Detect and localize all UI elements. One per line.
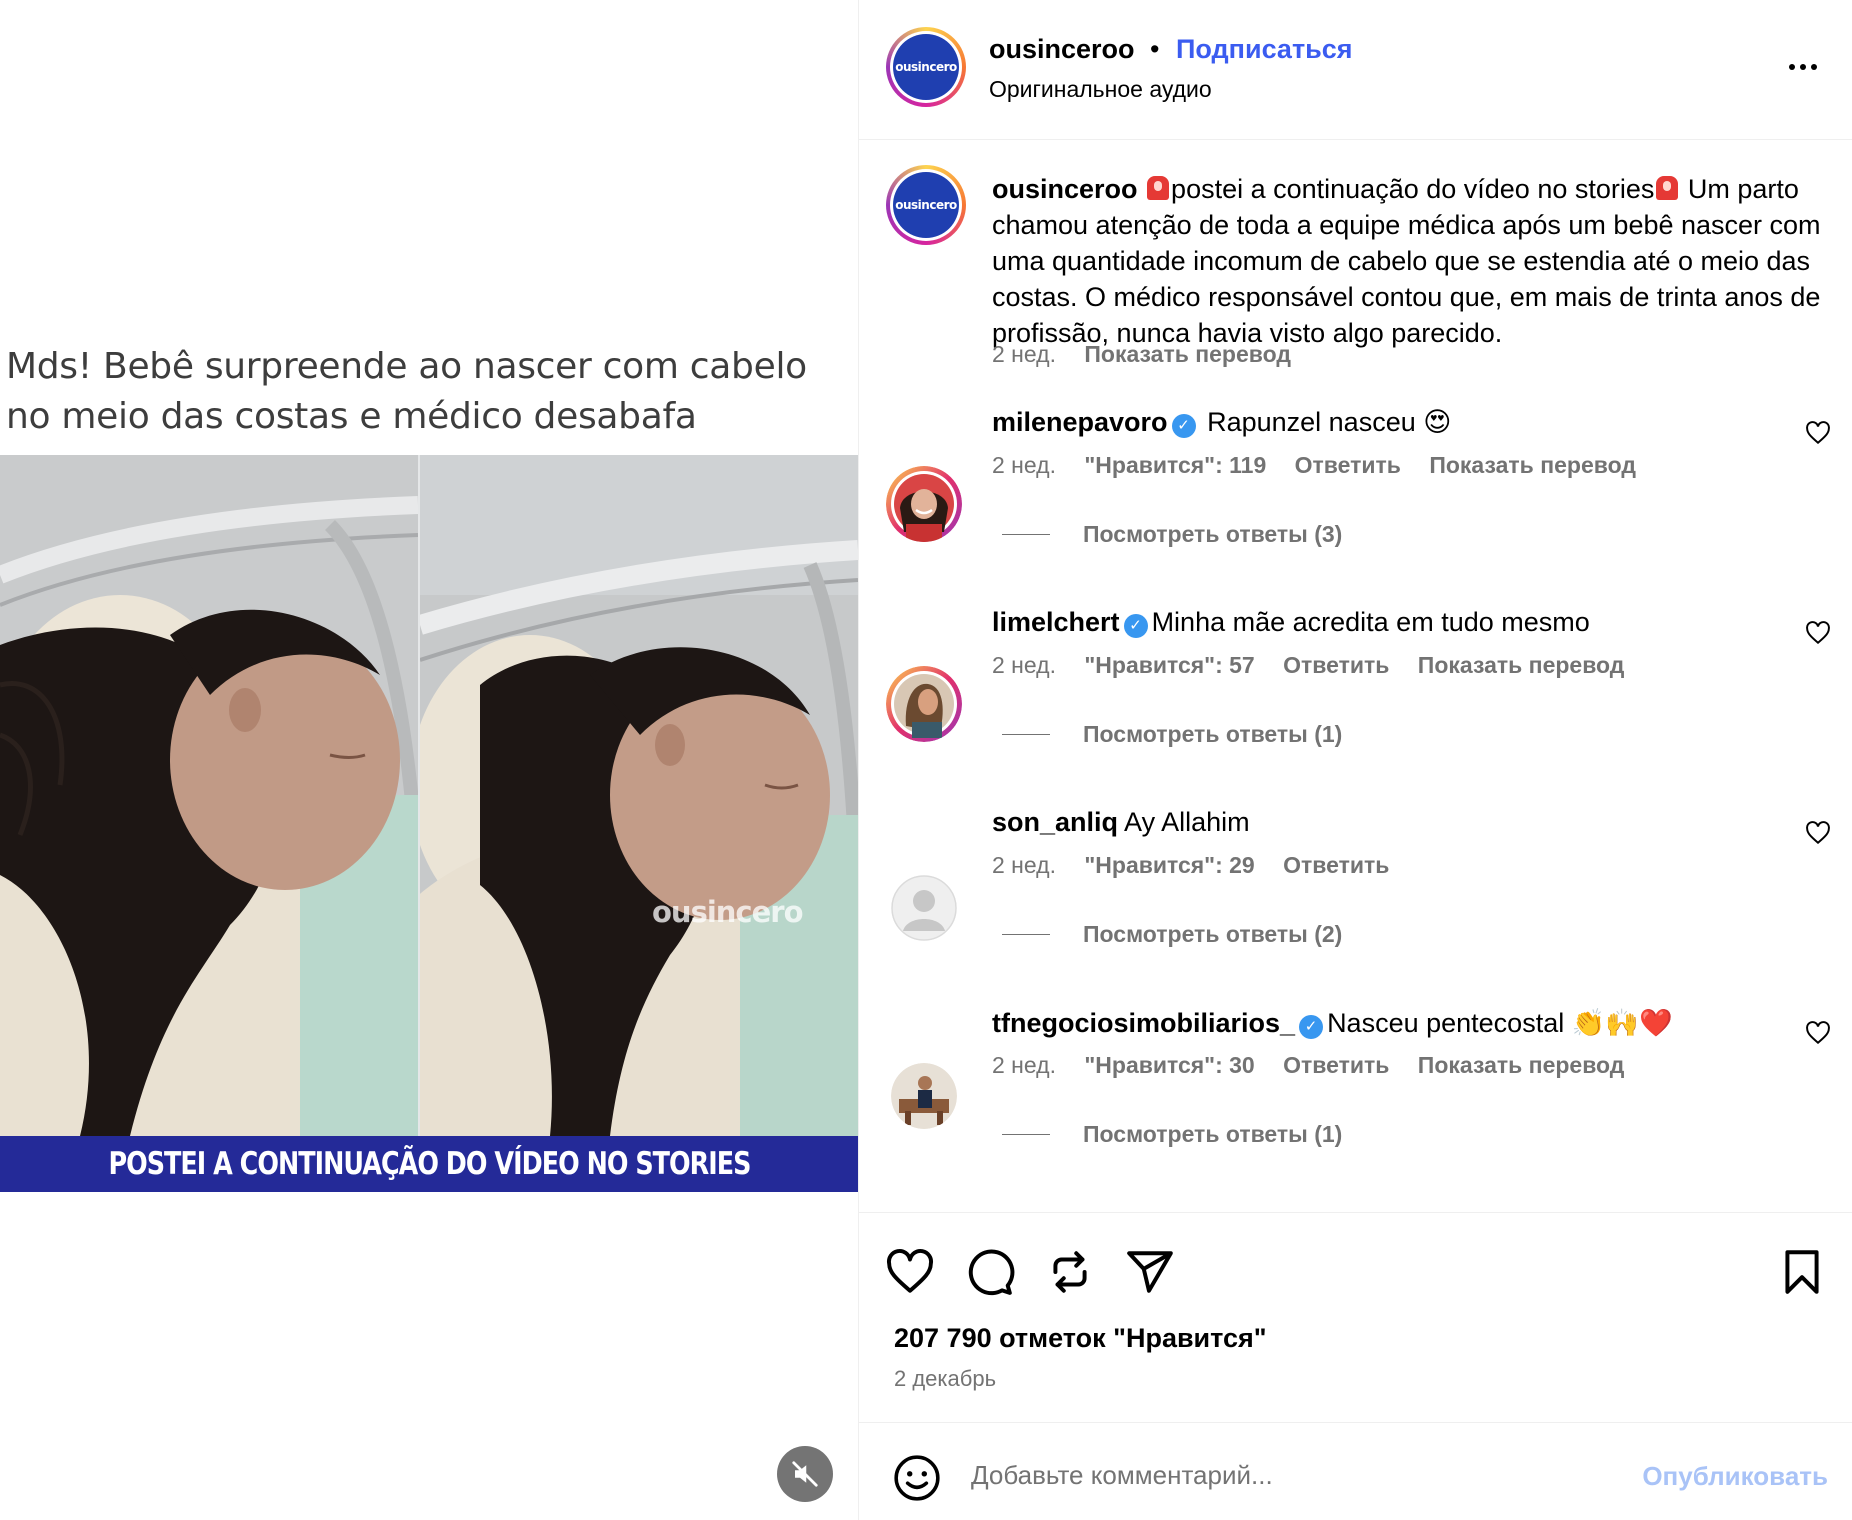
original-audio-link[interactable]: Оригинальное аудио	[989, 76, 1212, 103]
reply-button[interactable]: Ответить	[1283, 852, 1389, 878]
comment-meta: 2 нед. "Нравится": 29 Ответить	[992, 852, 1411, 879]
author-username[interactable]: ousinceroo	[989, 34, 1135, 65]
verified-badge-icon: ✓	[1123, 614, 1148, 638]
verified-badge-icon: ✓	[1299, 1015, 1324, 1039]
comment-like-icon[interactable]	[1805, 421, 1831, 445]
post-header: ousincero ousinceroo • Подписаться Ориги…	[859, 0, 1852, 140]
translate-link[interactable]: Показать перевод	[1418, 1052, 1625, 1078]
view-replies-button[interactable]: Посмотреть ответы (1)	[1002, 1121, 1342, 1148]
view-replies-label: Посмотреть ответы (1)	[1083, 721, 1343, 747]
comment-text: Nasceu pentecostal 👏🙌❤️	[1327, 1008, 1673, 1038]
commenter-avatar[interactable]	[886, 666, 962, 742]
caption-logo: ousincero	[893, 172, 959, 238]
banner-text: POSTEI A CONTINUAÇÃO DO VÍDEO NO STORIES	[108, 1146, 751, 1182]
caption-time[interactable]: 2 нед.	[992, 341, 1056, 367]
comment-meta: 2 нед. "Нравится": 30 Ответить Показать …	[992, 1052, 1646, 1079]
more-options-icon[interactable]	[1783, 56, 1823, 78]
comment-body: tfnegociosimobiliarios_ ✓ Nasceu pentecost…	[992, 1007, 1673, 1039]
share-icon[interactable]	[1125, 1247, 1175, 1297]
comment-like-icon[interactable]	[1805, 621, 1831, 645]
emoji-icon[interactable]	[892, 1453, 942, 1503]
bookmark-icon[interactable]	[1777, 1247, 1827, 1297]
video-watermark: ousincero	[652, 895, 803, 929]
follow-button[interactable]: Подписаться	[1176, 34, 1353, 65]
caption-username[interactable]: ousinceroo	[992, 174, 1138, 204]
replies-line	[1002, 934, 1050, 935]
post-caption: ousinceroo postei a continuação do vídeo…	[992, 171, 1822, 351]
comment-time[interactable]: 2 нед.	[992, 1052, 1056, 1078]
comment-like-icon[interactable]	[1805, 1021, 1831, 1045]
comment-likes[interactable]: "Нравится": 119	[1084, 452, 1266, 478]
caption-lead: postei a continuação do vídeo no stories	[1171, 174, 1655, 204]
comment-time[interactable]: 2 нед.	[992, 652, 1056, 678]
post-actions: 207 790 отметок "Нравится" 2 декабрь	[859, 1212, 1852, 1422]
replies-line	[1002, 534, 1050, 535]
comment-username[interactable]: tfnegociosimobiliarios_	[992, 1008, 1295, 1038]
default-avatar-icon[interactable]	[891, 875, 957, 941]
comment-meta: 2 нед. "Нравится": 119 Ответить Показать…	[992, 452, 1658, 479]
baby-photo-left	[0, 455, 418, 1136]
comment-body: limelchert ✓ Minha mãe acredita em tudo me…	[992, 607, 1590, 638]
verified-badge-icon: ✓	[1171, 414, 1196, 438]
caption-translate-link[interactable]: Показать перевод	[1084, 341, 1291, 367]
comment-time[interactable]: 2 нед.	[992, 852, 1056, 878]
reply-button[interactable]: Ответить	[1283, 1052, 1389, 1078]
repost-icon[interactable]	[1045, 1247, 1095, 1297]
comment-likes[interactable]: "Нравится": 57	[1084, 652, 1254, 678]
comment-body: son_anliq Ay Allahim	[992, 807, 1250, 838]
baby-photo-right	[420, 455, 858, 1136]
translate-link[interactable]: Показать перевод	[1429, 452, 1636, 478]
likes-count[interactable]: 207 790 отметок "Нравится"	[894, 1323, 1267, 1354]
comment-likes[interactable]: "Нравится": 29	[1084, 852, 1254, 878]
replies-line	[1002, 734, 1050, 735]
like-icon[interactable]	[885, 1247, 935, 1297]
post-sidebar: ousincero ousinceroo • Подписаться Ориги…	[858, 0, 1852, 1520]
author-logo: ousincero	[893, 34, 959, 100]
translate-link[interactable]: Показать перевод	[1418, 652, 1625, 678]
commenter-avatar[interactable]	[891, 1063, 957, 1129]
post-date: 2 декабрь	[894, 1366, 997, 1391]
view-replies-button[interactable]: Посмотреть ответы (1)	[1002, 721, 1342, 748]
comment-meta: 2 нед. "Нравится": 57 Ответить Показать …	[992, 652, 1646, 679]
mute-button[interactable]	[777, 1446, 833, 1502]
comment-text: Minha mãe acredita em tudo mesmo	[1151, 607, 1590, 637]
comment-like-icon[interactable]	[1805, 821, 1831, 845]
comment-likes[interactable]: "Нравится": 30	[1084, 1052, 1254, 1078]
caption-meta: 2 нед. Показать перевод	[992, 341, 1313, 368]
media-headline: Mds! Bebê surpreende ao nascer com cabel…	[6, 346, 807, 437]
speaker-muted-icon	[792, 1461, 818, 1487]
comment-text: Ay Allahim	[1124, 807, 1250, 837]
post-media[interactable]: Mds! Bebê surpreende ao nascer com cabel…	[0, 0, 858, 1520]
comment-input[interactable]	[971, 1453, 1571, 1497]
comment-username[interactable]: milenepavoro	[992, 407, 1168, 437]
video-frame[interactable]: ousincero	[0, 455, 858, 1136]
comment-time[interactable]: 2 нед.	[992, 452, 1056, 478]
commenter-avatar[interactable]	[886, 466, 962, 542]
siren-icon	[1147, 176, 1170, 200]
siren-icon	[1656, 176, 1679, 200]
view-replies-label: Посмотреть ответы (3)	[1083, 521, 1343, 547]
reply-button[interactable]: Ответить	[1295, 452, 1401, 478]
video-banner: POSTEI A CONTINUAÇÃO DO VÍDEO NO STORIES	[0, 1136, 858, 1192]
author-avatar[interactable]: ousincero	[886, 27, 966, 107]
comment-composer: Опубликовать	[859, 1422, 1852, 1520]
replies-line	[1002, 1134, 1050, 1135]
comment-username[interactable]: son_anliq	[992, 807, 1118, 837]
comment-username[interactable]: limelchert	[992, 607, 1120, 637]
comment-text: Rapunzel nasceu 😍	[1207, 407, 1452, 437]
view-replies-label: Посмотреть ответы (2)	[1083, 921, 1343, 947]
header-separator: •	[1150, 34, 1160, 64]
caption-avatar[interactable]: ousincero	[886, 165, 966, 245]
reply-button[interactable]: Ответить	[1283, 652, 1389, 678]
view-replies-label: Посмотреть ответы (1)	[1083, 1121, 1343, 1147]
publish-button[interactable]: Опубликовать	[1642, 1461, 1828, 1492]
comment-icon[interactable]	[965, 1247, 1015, 1297]
comment-body: milenepavoro ✓ Rapunzel nasceu 😍	[992, 407, 1451, 438]
comments-feed[interactable]: ousincero ousinceroo postei a continuaçã…	[859, 141, 1852, 1212]
view-replies-button[interactable]: Посмотреть ответы (3)	[1002, 521, 1342, 548]
view-replies-button[interactable]: Посмотреть ответы (2)	[1002, 921, 1342, 948]
